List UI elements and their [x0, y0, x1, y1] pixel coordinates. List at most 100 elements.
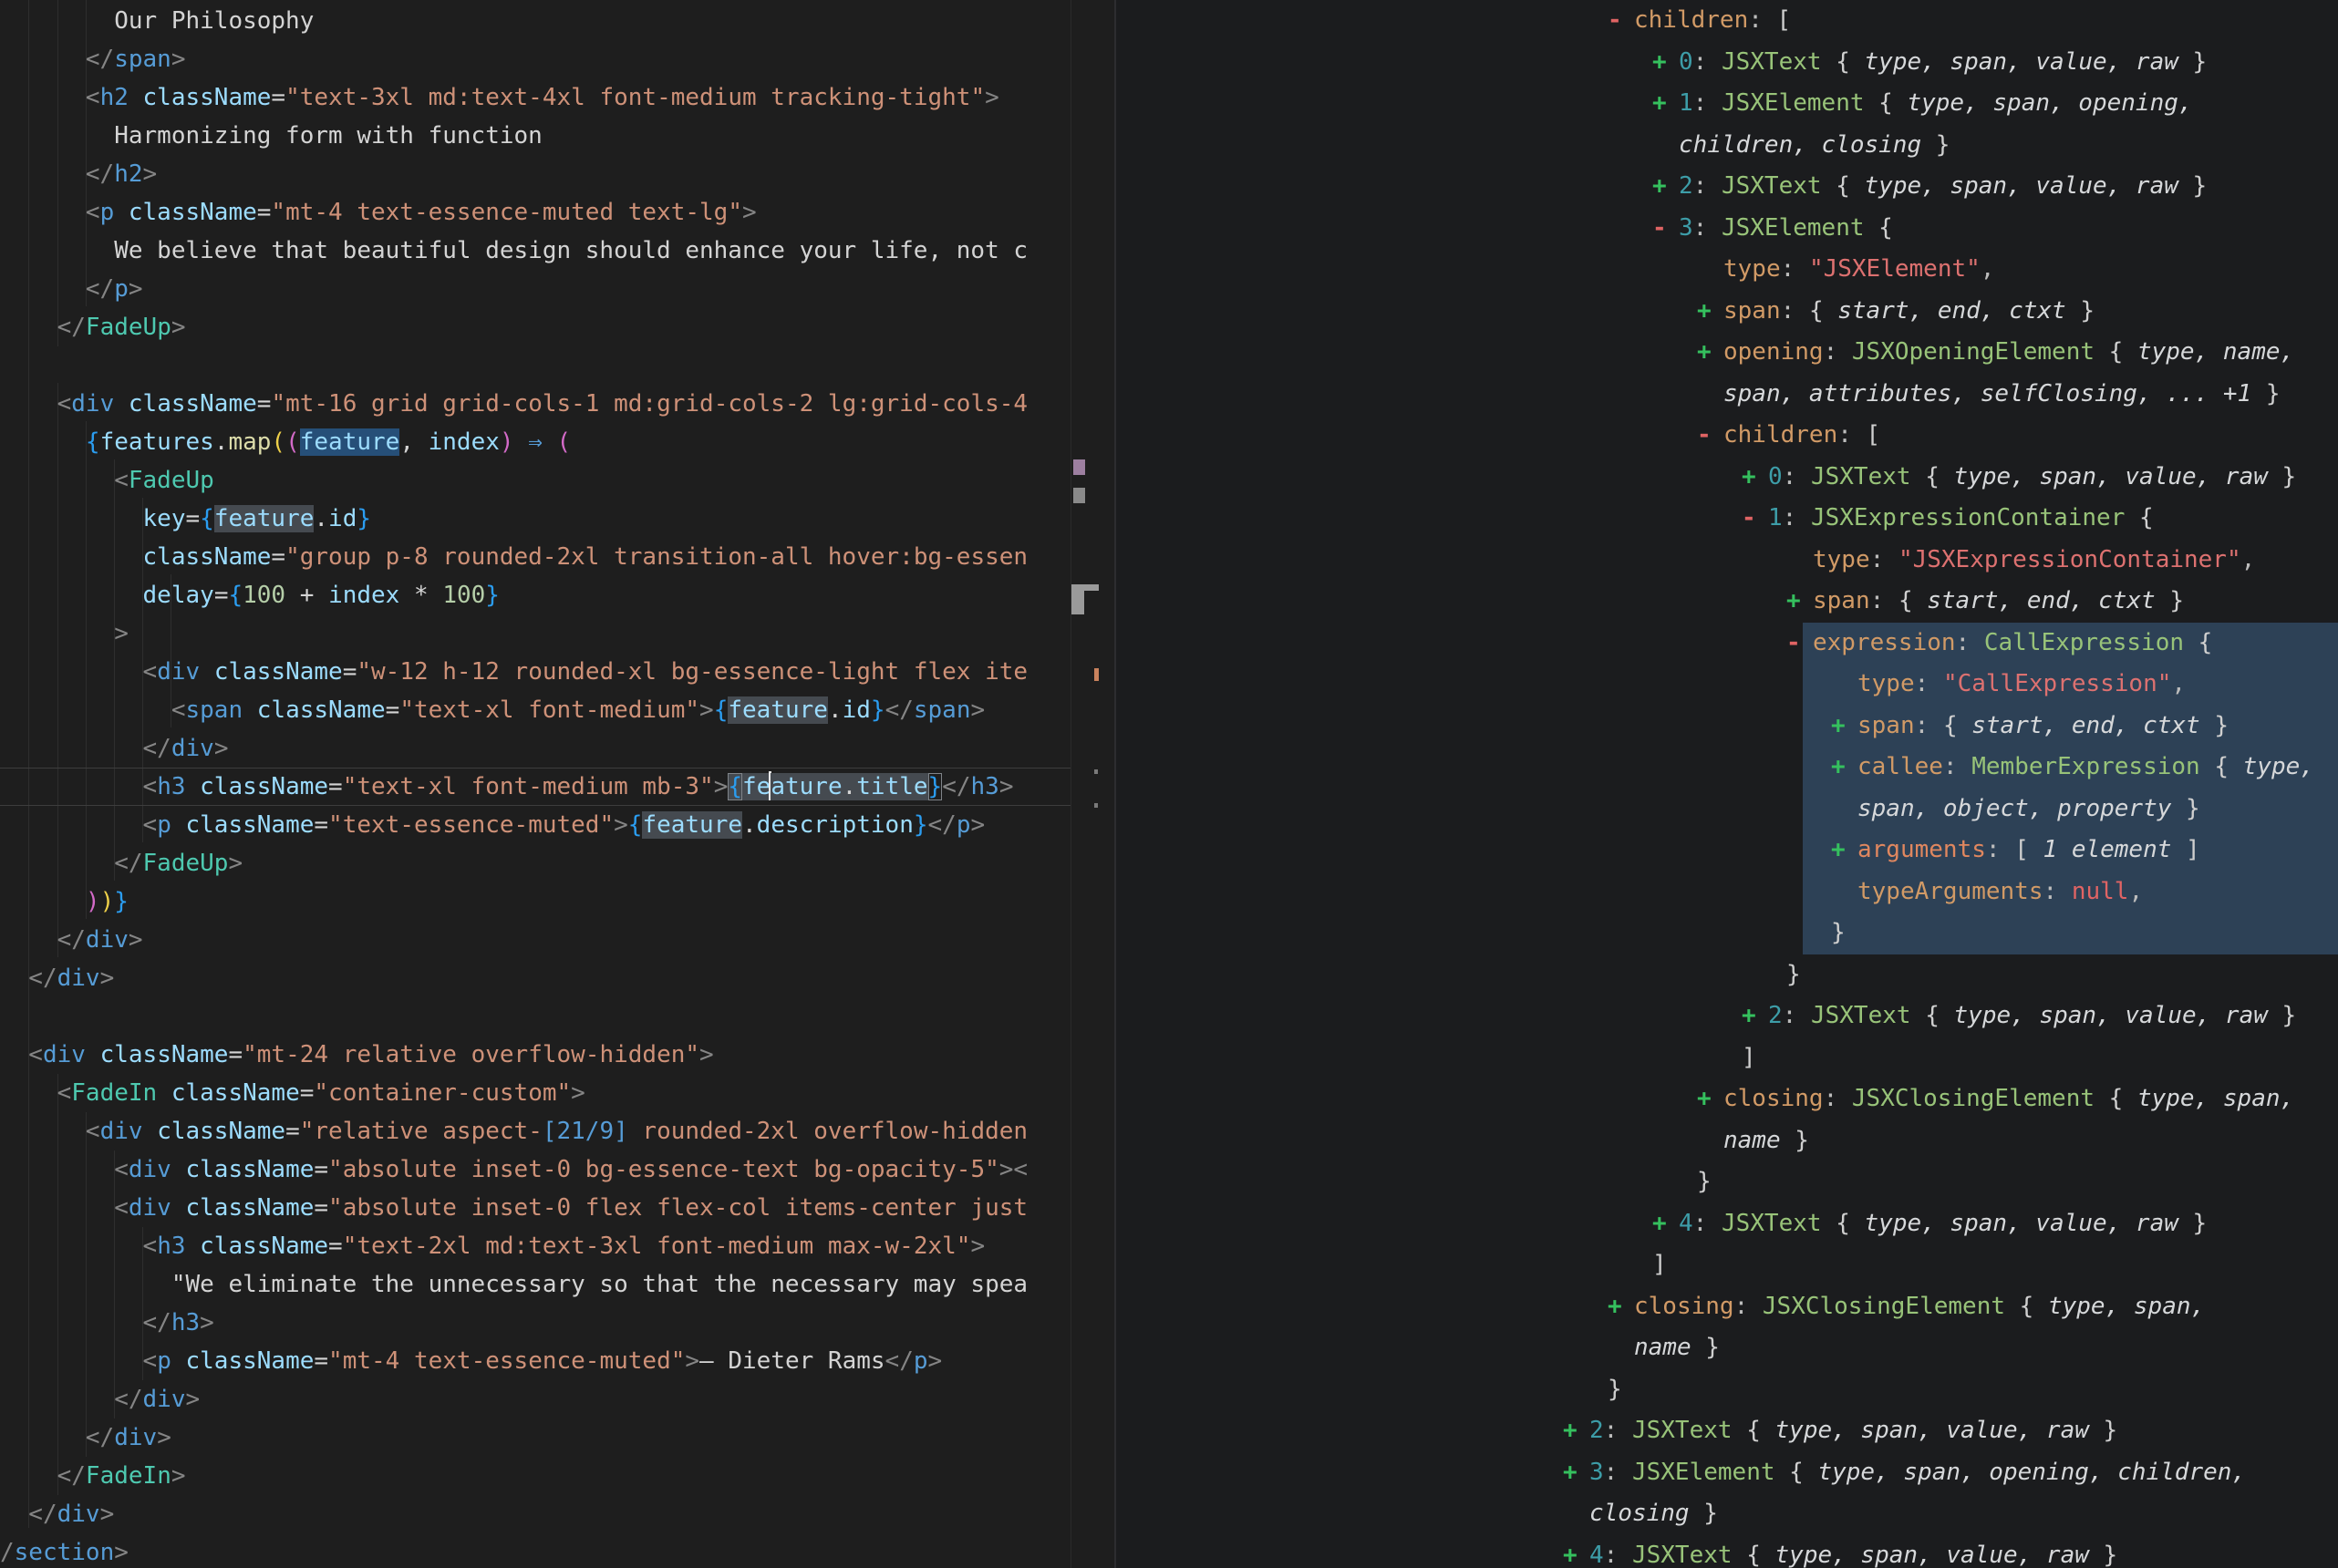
expand-icon[interactable]: + [1831, 830, 1857, 872]
ast-row[interactable]: +4: JSXText { type, span, value, raw } [1116, 1535, 2338, 1568]
code-line[interactable]: </div> [0, 1418, 1114, 1457]
ast-tree-pane[interactable]: -children: [+0: JSXText { type, span, va… [1114, 0, 2338, 1568]
code-line[interactable]: "We eliminate the unnecessary so that th… [0, 1265, 1114, 1304]
ast-row[interactable]: } [1116, 913, 2338, 954]
ast-row[interactable]: +span: { start, end, ctxt } [1116, 706, 2338, 748]
ast-row[interactable]: name } [1116, 1120, 2338, 1162]
ast-row[interactable]: +2: JSXText { type, span, value, raw } [1116, 166, 2338, 208]
ast-row[interactable]: span, object, property } [1116, 789, 2338, 830]
code-line[interactable]: <p className="mt-4 text-essence-muted te… [0, 193, 1114, 232]
code-line[interactable]: <FadeUp [0, 461, 1114, 500]
expand-icon[interactable]: + [1742, 457, 1768, 499]
collapse-icon[interactable]: - [1786, 623, 1813, 665]
expand-icon[interactable]: + [1697, 291, 1723, 333]
expand-icon[interactable]: + [1563, 1535, 1589, 1568]
code-line-current[interactable]: <h3 className="text-xl font-medium mb-3"… [0, 768, 1114, 806]
code-line[interactable]: </div> [0, 921, 1114, 959]
ast-row[interactable]: span, attributes, selfClosing, ... +1 } [1116, 374, 2338, 416]
expand-icon[interactable]: + [1652, 166, 1679, 208]
code-line[interactable]: </h2> [0, 155, 1114, 193]
ast-row[interactable]: } [1116, 1369, 2338, 1411]
ast-row[interactable]: +callee: MemberExpression { type, [1116, 747, 2338, 789]
code-line[interactable]: > [0, 614, 1114, 653]
code-line[interactable]: </span> [0, 40, 1114, 78]
code-line[interactable]: </FadeIn> [0, 1457, 1114, 1495]
code-line[interactable]: </p> [0, 270, 1114, 308]
ast-row[interactable]: } [1116, 954, 2338, 996]
ast-row[interactable]: name } [1116, 1327, 2338, 1369]
expand-icon[interactable]: + [1652, 83, 1679, 125]
code-line[interactable]: key={feature.id} [0, 500, 1114, 538]
code-editor-pane[interactable]: Our Philosophy</span><h2 className="text… [0, 0, 1114, 1568]
code-line[interactable]: </FadeUp> [0, 844, 1114, 882]
code-line[interactable]: <div className="absolute inset-0 bg-esse… [0, 1150, 1114, 1189]
ast-row[interactable]: +closing: JSXClosingElement { type, span… [1116, 1286, 2338, 1328]
code-line[interactable]: </h3> [0, 1304, 1114, 1342]
code-line[interactable]: <div className="mt-24 relative overflow-… [0, 1036, 1114, 1074]
ast-row[interactable]: ] [1116, 1037, 2338, 1079]
ast-row[interactable]: type: "JSXExpressionContainer", [1116, 540, 2338, 582]
collapse-icon[interactable]: - [1742, 498, 1768, 540]
code-line[interactable]: className="group p-8 rounded-2xl transit… [0, 538, 1114, 576]
code-line[interactable]: We believe that beautiful design should … [0, 232, 1114, 270]
code-line[interactable] [0, 997, 1114, 1036]
ast-row[interactable]: type: "JSXElement", [1116, 249, 2338, 291]
ast-row[interactable]: +3: JSXElement { type, span, opening, ch… [1116, 1452, 2338, 1494]
ast-row[interactable]: +2: JSXText { type, span, value, raw } [1116, 995, 2338, 1037]
ast-row[interactable]: +4: JSXText { type, span, value, raw } [1116, 1203, 2338, 1245]
collapse-icon[interactable]: - [1652, 208, 1679, 250]
code-line[interactable]: <p className="mt-4 text-essence-muted">—… [0, 1342, 1114, 1380]
code-line[interactable]: <div className="w-12 h-12 rounded-xl bg-… [0, 653, 1114, 691]
ast-row[interactable]: ] [1116, 1244, 2338, 1286]
ast-row[interactable]: -expression: CallExpression { [1116, 623, 2338, 665]
ast-row[interactable]: +opening: JSXOpeningElement { type, name… [1116, 332, 2338, 374]
ast-row[interactable]: closing } [1116, 1493, 2338, 1535]
code-line[interactable]: Harmonizing form with function [0, 117, 1114, 155]
ast-row[interactable]: -3: JSXElement { [1116, 208, 2338, 250]
expand-icon[interactable]: + [1831, 706, 1857, 748]
code-line[interactable]: </div> [0, 1380, 1114, 1418]
code-line[interactable]: </div> [0, 729, 1114, 768]
expand-icon[interactable]: + [1563, 1452, 1589, 1494]
code-line[interactable]: /section> [0, 1533, 1114, 1568]
code-line[interactable]: </div> [0, 959, 1114, 997]
expand-icon[interactable]: + [1563, 1410, 1589, 1452]
code-line[interactable]: <h2 className="text-3xl md:text-4xl font… [0, 78, 1114, 117]
ast-row[interactable]: } [1116, 1161, 2338, 1203]
collapse-icon[interactable]: - [1697, 415, 1723, 457]
expand-icon[interactable]: + [1786, 581, 1813, 623]
code-line[interactable]: <FadeIn className="container-custom"> [0, 1074, 1114, 1112]
code-line[interactable] [0, 346, 1114, 385]
overview-ruler-scrollbar[interactable] [1071, 0, 1114, 1568]
ast-row[interactable]: -1: JSXExpressionContainer { [1116, 498, 2338, 540]
collapse-icon[interactable]: - [1608, 0, 1634, 42]
ast-row[interactable]: -children: [ [1116, 415, 2338, 457]
ast-row[interactable]: -children: [ [1116, 0, 2338, 42]
ast-row[interactable]: +span: { start, end, ctxt } [1116, 291, 2338, 333]
ast-row[interactable]: +span: { start, end, ctxt } [1116, 581, 2338, 623]
code-line[interactable]: Our Philosophy [0, 2, 1114, 40]
expand-icon[interactable]: + [1697, 332, 1723, 374]
code-line[interactable]: delay={100 + index * 100} [0, 576, 1114, 614]
expand-icon[interactable]: + [1831, 747, 1857, 789]
code-line[interactable]: <h3 className="text-2xl md:text-3xl font… [0, 1227, 1114, 1265]
expand-icon[interactable]: + [1697, 1078, 1723, 1120]
expand-icon[interactable]: + [1742, 995, 1768, 1037]
code-line[interactable]: <div className="absolute inset-0 flex fl… [0, 1189, 1114, 1227]
ast-row[interactable]: +1: JSXElement { type, span, opening, [1116, 83, 2338, 125]
code-line[interactable]: <div className="relative aspect-[21/9] r… [0, 1112, 1114, 1150]
expand-icon[interactable]: + [1652, 1203, 1679, 1245]
code-line[interactable]: <div className="mt-16 grid grid-cols-1 m… [0, 385, 1114, 423]
code-line[interactable]: </FadeUp> [0, 308, 1114, 346]
ast-row[interactable]: +closing: JSXClosingElement { type, span… [1116, 1078, 2338, 1120]
code-line[interactable]: </div> [0, 1495, 1114, 1533]
ast-row[interactable]: +0: JSXText { type, span, value, raw } [1116, 457, 2338, 499]
expand-icon[interactable]: + [1608, 1286, 1634, 1328]
ast-row[interactable]: typeArguments: null, [1116, 872, 2338, 913]
expand-icon[interactable]: + [1652, 42, 1679, 84]
code-line[interactable]: <p className="text-essence-muted">{featu… [0, 806, 1114, 844]
ast-row[interactable]: +0: JSXText { type, span, value, raw } [1116, 42, 2338, 84]
code-line[interactable]: <span className="text-xl font-medium">{f… [0, 691, 1114, 729]
ast-row[interactable]: +2: JSXText { type, span, value, raw } [1116, 1410, 2338, 1452]
code-line[interactable]: {features.map((feature, index) ⇒ ( [0, 423, 1114, 461]
